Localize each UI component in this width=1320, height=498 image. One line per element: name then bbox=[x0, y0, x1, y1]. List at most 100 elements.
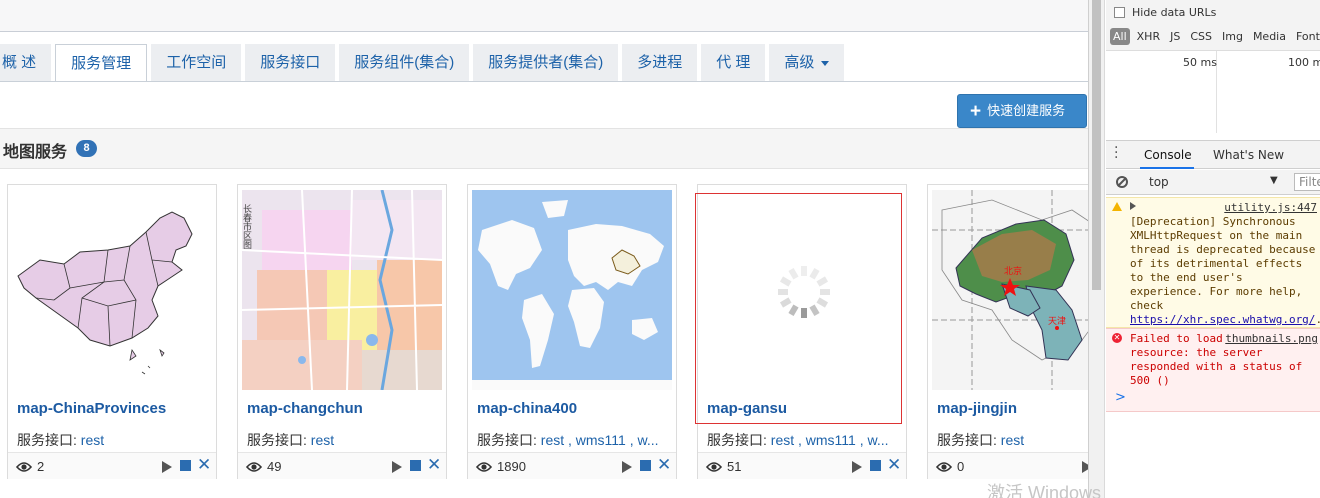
card-footer: 1890 ✕ bbox=[468, 452, 676, 479]
thumbnail-china400[interactable] bbox=[472, 190, 672, 390]
tab-overview[interactable]: 概 述 bbox=[0, 44, 52, 81]
delete-icon[interactable]: ✕ bbox=[197, 455, 211, 475]
filter-all[interactable]: All bbox=[1110, 28, 1130, 45]
warning-url-link[interactable]: https://xhr.spec.whatwg.org/ bbox=[1130, 313, 1315, 326]
network-timeline[interactable]: 50 ms 100 m bbox=[1106, 50, 1320, 133]
view-count: 49 bbox=[267, 459, 282, 474]
warning-icon bbox=[1112, 202, 1122, 211]
view-count: 0 bbox=[957, 459, 965, 474]
tab-workspace[interactable]: 工作空间 bbox=[151, 44, 242, 81]
highlight-box bbox=[695, 193, 902, 424]
thumbnail-changchun[interactable]: 长春市区图 bbox=[242, 190, 442, 390]
card-interfaces: 服务接口: rest bbox=[247, 430, 443, 450]
tab-service-providers[interactable]: 服务提供者(集合) bbox=[473, 44, 619, 81]
filter-xhr[interactable]: XHR bbox=[1134, 28, 1163, 45]
quick-create-label: 快速创建服务 bbox=[987, 103, 1066, 118]
more-menu-icon[interactable]: · · · bbox=[1114, 141, 1118, 165]
tab-console[interactable]: Console bbox=[1144, 148, 1192, 162]
tab-multiprocess[interactable]: 多进程 bbox=[622, 44, 698, 81]
filter-font[interactable]: Font bbox=[1293, 28, 1320, 45]
interface-label: 服务接口: bbox=[477, 432, 541, 448]
card-footer: 51 ✕ bbox=[698, 452, 906, 479]
filter-css[interactable]: CSS bbox=[1187, 28, 1215, 45]
tab-proxy[interactable]: 代 理 bbox=[701, 44, 766, 81]
card-footer: 2 ✕ bbox=[8, 452, 216, 479]
top-bar bbox=[0, 0, 1088, 32]
service-card-chinaprovinces[interactable]: map-ChinaProvinces 服务接口: rest 2 ✕ bbox=[7, 184, 217, 479]
console-warning: utility.js:447 [Deprecation] Synchronous… bbox=[1106, 197, 1320, 328]
thumbnail-chinaprovinces[interactable] bbox=[12, 190, 212, 390]
quick-create-service-button[interactable]: + 快速创建服务 bbox=[957, 94, 1087, 128]
main-tabs: 概 述 服务管理 工作空间 服务接口 服务组件(集合) 服务提供者(集合) 多进… bbox=[0, 44, 1088, 82]
tab-divider bbox=[0, 81, 1088, 82]
stop-icon[interactable] bbox=[870, 460, 881, 471]
stop-icon[interactable] bbox=[410, 460, 421, 471]
scrollbar-thumb[interactable] bbox=[1092, 0, 1101, 290]
service-card-changchun[interactable]: 长春市区图 map-changchun 服务接口: rest 49 ✕ bbox=[237, 184, 447, 479]
tab-advanced[interactable]: 高级 bbox=[769, 44, 845, 81]
interface-link[interactable]: rest , wms111 , w... bbox=[541, 432, 659, 448]
filter-media[interactable]: Media bbox=[1250, 28, 1289, 45]
service-card-china400[interactable]: map-china400 服务接口: rest , wms111 , w... … bbox=[467, 184, 677, 479]
warning-source-link[interactable]: utility.js:447 bbox=[1224, 201, 1317, 215]
play-icon[interactable] bbox=[852, 461, 862, 473]
error-icon: ✕ bbox=[1112, 333, 1122, 343]
interface-label: 服务接口: bbox=[17, 432, 81, 448]
console-prompt[interactable]: > bbox=[1115, 390, 1126, 405]
delete-icon[interactable]: ✕ bbox=[887, 455, 901, 475]
timeline-tick: 50 ms bbox=[1183, 56, 1217, 69]
eye-icon bbox=[246, 462, 262, 472]
interface-link[interactable]: rest bbox=[81, 432, 104, 448]
thumbnail-jingjin[interactable]: 北京 天津 bbox=[932, 190, 1088, 390]
card-title[interactable]: map-changchun bbox=[247, 400, 363, 417]
tab-service-components[interactable]: 服务组件(集合) bbox=[339, 44, 470, 81]
interface-link[interactable]: rest bbox=[1001, 432, 1024, 448]
main-area: 概 述 服务管理 工作空间 服务接口 服务组件(集合) 服务提供者(集合) 多进… bbox=[0, 0, 1088, 498]
thumbnail-label-tianjin: 天津 bbox=[1048, 316, 1066, 327]
delete-icon[interactable]: ✕ bbox=[427, 455, 441, 475]
caret-down-icon[interactable]: ▼ bbox=[1270, 175, 1278, 186]
service-card-jingjin[interactable]: 北京 天津 map-jingjin 服务接口: rest 0 ✕ bbox=[927, 184, 1088, 479]
error-source-link[interactable]: thumbnails.png bbox=[1225, 332, 1318, 346]
page-scrollbar[interactable] bbox=[1089, 0, 1105, 498]
timeline-tick: 100 m bbox=[1288, 56, 1320, 69]
delete-icon[interactable]: ✕ bbox=[657, 455, 671, 475]
eye-icon bbox=[16, 462, 32, 472]
tab-service-management[interactable]: 服务管理 bbox=[55, 44, 148, 82]
interface-label: 服务接口: bbox=[937, 432, 1001, 448]
hide-data-urls-label: Hide data URLs bbox=[1132, 6, 1217, 19]
service-count-badge: 8 bbox=[76, 140, 97, 157]
console-toolbar: top ▼ Filter bbox=[1106, 170, 1320, 195]
filter-img[interactable]: Img bbox=[1219, 28, 1246, 45]
stop-icon[interactable] bbox=[180, 460, 191, 471]
context-select[interactable]: top bbox=[1149, 175, 1169, 189]
devtools-panel: Hide data URLs All XHR JS CSS Img Media … bbox=[1088, 0, 1320, 498]
hide-data-urls-checkbox[interactable] bbox=[1114, 7, 1125, 18]
map-services-header: 地图服务 8 bbox=[0, 128, 1088, 169]
card-title[interactable]: map-jingjin bbox=[937, 400, 1017, 417]
view-count: 51 bbox=[727, 459, 742, 474]
expand-arrow-icon[interactable] bbox=[1130, 202, 1136, 210]
interface-link[interactable]: rest , wms111 , w... bbox=[771, 432, 889, 448]
card-title[interactable]: map-ChinaProvinces bbox=[17, 400, 166, 417]
warning-text: [Deprecation] Synchronous XMLHttpRequest… bbox=[1130, 215, 1316, 312]
tab-service-interface[interactable]: 服务接口 bbox=[245, 44, 336, 81]
play-icon[interactable] bbox=[162, 461, 172, 473]
stop-icon[interactable] bbox=[640, 460, 651, 471]
card-interfaces: 服务接口: rest bbox=[937, 430, 1088, 450]
tab-whats-new[interactable]: What's New bbox=[1213, 148, 1284, 162]
clear-console-icon[interactable] bbox=[1116, 176, 1128, 188]
interface-label: 服务接口: bbox=[707, 432, 771, 448]
card-footer: 0 ✕ bbox=[928, 452, 1088, 479]
view-count: 1890 bbox=[497, 459, 526, 474]
interface-label: 服务接口: bbox=[247, 432, 311, 448]
play-icon[interactable] bbox=[622, 461, 632, 473]
card-interfaces: 服务接口: rest bbox=[17, 430, 213, 450]
card-title[interactable]: map-china400 bbox=[477, 400, 577, 417]
play-icon[interactable] bbox=[392, 461, 402, 473]
console-filter-input[interactable]: Filter bbox=[1294, 173, 1320, 191]
interface-link[interactable]: rest bbox=[311, 432, 334, 448]
thumbnail-map-title: 长春市区图 bbox=[242, 203, 252, 250]
thumbnail-label-beijing: 北京 bbox=[1004, 265, 1022, 277]
filter-js[interactable]: JS bbox=[1167, 28, 1183, 45]
